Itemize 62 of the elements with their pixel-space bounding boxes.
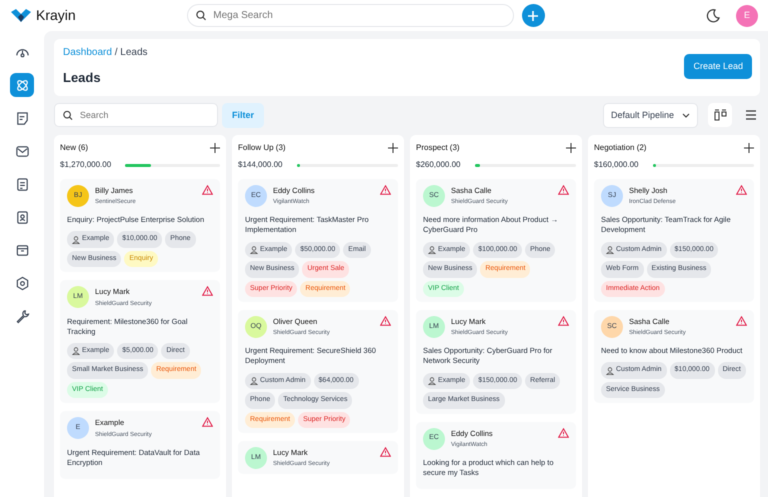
mega-search-input[interactable]: Mega Search <box>211 7 505 24</box>
person-icon <box>72 347 80 356</box>
box-icon <box>14 242 30 258</box>
stage-name: Prospect (3) <box>416 142 460 154</box>
kanban-view-button[interactable] <box>708 103 732 128</box>
person-icon <box>428 246 436 254</box>
person-icon <box>606 246 614 254</box>
moon-icon[interactable] <box>706 8 720 22</box>
atom-nav-item[interactable] <box>10 73 34 97</box>
clipboard-icon <box>14 176 30 192</box>
stage-total: $260,000.00 <box>416 159 460 171</box>
person-icon <box>250 246 258 254</box>
add-button[interactable] <box>522 4 545 27</box>
plus-icon <box>527 10 540 22</box>
stage-total: $144,000.00 <box>238 159 282 171</box>
add-lead-button[interactable] <box>210 143 220 153</box>
breadcrumb-current: Leads <box>120 47 148 58</box>
warning-icon <box>558 185 569 195</box>
plus-icon <box>210 143 220 153</box>
breadcrumb-separator: / <box>114 47 118 58</box>
contact-card-icon <box>14 210 30 224</box>
warning-icon <box>380 185 391 195</box>
stage-name: New (6) <box>60 142 88 154</box>
mail-icon <box>14 144 30 158</box>
warning-icon <box>380 316 391 326</box>
search-icon <box>63 110 73 121</box>
logo-icon <box>10 8 32 24</box>
mega-search-field[interactable]: Mega Search <box>186 4 514 27</box>
warning-icon <box>736 185 747 195</box>
add-lead-button[interactable] <box>388 143 398 153</box>
page-title: Leads <box>63 69 102 87</box>
person-icon <box>72 236 80 244</box>
stage-name: Follow Up (3) <box>238 142 286 154</box>
note-icon <box>14 110 30 126</box>
person-icon <box>250 376 258 385</box>
stage-name: Negotiation (2) <box>594 142 646 154</box>
search-field[interactable]: Search <box>54 103 218 128</box>
warning-icon <box>202 185 213 195</box>
warning-icon <box>202 417 213 428</box>
app-name: Krayin <box>36 6 76 25</box>
settings-icon <box>14 276 30 290</box>
atom-icon <box>14 78 30 92</box>
plus-icon <box>566 143 576 153</box>
wrench-icon <box>14 308 30 324</box>
add-lead-button[interactable] <box>566 143 576 153</box>
chevron-icon <box>682 112 690 118</box>
stage-total: $1,270,000.00 <box>60 159 112 171</box>
menu-icon <box>745 110 757 120</box>
kanban-icon <box>714 109 726 122</box>
warning-icon <box>558 316 569 326</box>
pipeline-dropdown[interactable]: Default Pipeline <box>602 102 698 128</box>
warning-icon <box>736 316 747 326</box>
person-icon <box>606 366 614 375</box>
add-lead-button[interactable] <box>744 143 754 153</box>
plus-icon <box>388 143 398 153</box>
plus-icon <box>744 143 754 153</box>
person-icon <box>428 376 436 385</box>
warning-icon <box>558 428 569 438</box>
stage-total: $160,000.00 <box>594 159 638 171</box>
search-icon <box>196 10 206 21</box>
warning-icon <box>380 447 391 457</box>
warning-icon <box>202 286 213 296</box>
